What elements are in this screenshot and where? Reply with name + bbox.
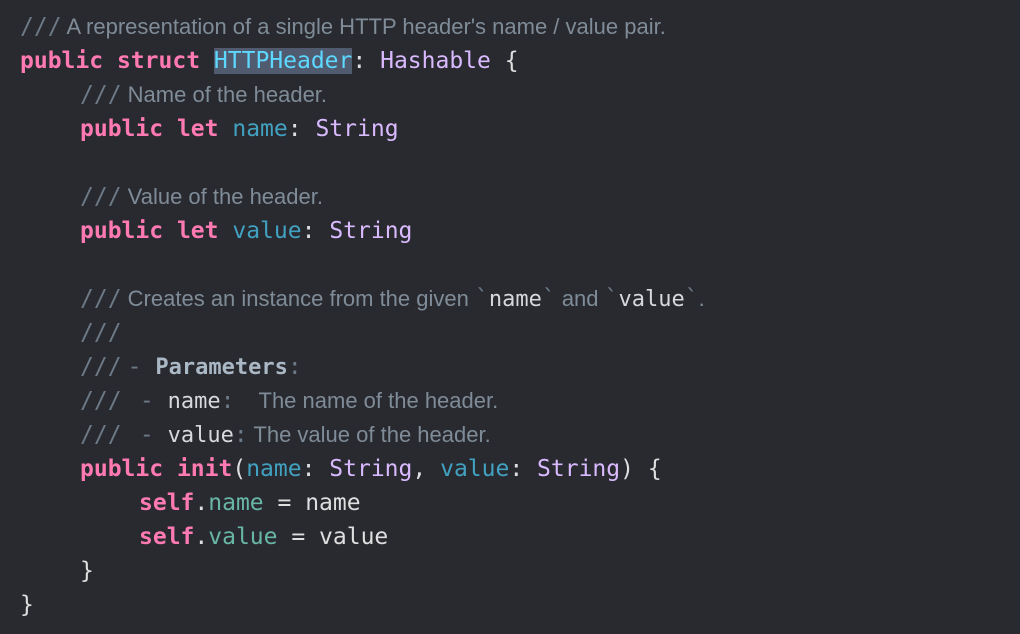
code-editor[interactable]: /// A representation of a single HTTP he… [0,0,1020,634]
name-doc-comment: Name of the header. [127,82,328,107]
code-line-11: /// - Parameters: [80,354,302,380]
open-brace: { [504,48,519,74]
code-line-12: /// - name: The name of the header. [80,388,499,414]
keyword-struct: struct [116,48,201,74]
type-string: String [329,218,413,244]
keyword-let: let [176,218,219,244]
type-string: String [315,116,399,142]
code-line-14: public init(name: String, value: String)… [80,456,662,482]
struct-doc-comment: A representation of a single HTTP header… [66,14,666,39]
init-doc-comment: Creates an instance from the given [127,286,469,311]
keyword-public: public [80,116,164,142]
type-string: String [329,456,413,482]
doc-slashes: /// [80,286,122,312]
assign-value: value [319,524,389,550]
code-line-17: } [0,554,1020,588]
code-line-2: public struct HTTPHeader: Hashable { [20,48,519,74]
doc-slashes: /// [80,422,122,448]
code-line-18: } [0,588,1020,622]
doc-slashes: /// [80,354,122,380]
doc-slashes: /// [80,388,122,414]
doc-code-name: name [488,287,542,312]
keyword-self: self [139,524,195,550]
doc-parameters-title: Parameters [155,355,288,380]
code-line-16: self.value = value [139,524,389,550]
doc-slashes: /// [80,320,122,346]
value-doc-comment: Value of the header. [127,184,323,209]
code-line-9: /// Creates an instance from the given `… [80,286,705,312]
code-line-3: /// Name of the header. [0,78,1020,112]
keyword-self: self [139,490,195,516]
doc-slashes: /// [80,82,122,108]
keyword-let: let [176,116,219,142]
keyword-public: public [20,48,104,74]
self-name-property: name [208,490,264,516]
doc-param-value-desc: The value of the header. [253,422,491,447]
code-line-10: /// [0,316,1020,350]
open-brace: { [647,456,662,482]
code-line-6: /// Value of the header. [0,180,1020,214]
self-value-property: value [208,524,278,550]
keyword-public: public [80,218,164,244]
init-param-name: name [246,456,302,482]
name-property: name [232,116,288,142]
doc-and: and [561,286,599,311]
code-line-1: /// A representation of a single HTTP he… [0,10,1020,44]
value-property: value [232,218,302,244]
protocol-name: Hashable [380,48,491,74]
doc-slashes: /// [80,184,122,210]
doc-param-name: name [167,389,221,414]
doc-code-value: value [618,287,685,312]
type-string: String [537,456,621,482]
keyword-public: public [80,456,164,482]
code-line-4: public let name: String [80,116,399,142]
doc-slashes: /// [20,14,62,40]
close-brace: } [20,592,34,618]
code-line-13: /// - value: The value of the header. [80,422,491,448]
doc-param-value: value [167,423,234,448]
struct-name-selected[interactable]: HTTPHeader [213,48,353,74]
keyword-init: init [176,456,233,482]
assign-name: name [305,490,361,516]
doc-param-name-desc: The name of the header. [258,388,499,413]
code-line-15: self.name = name [139,490,361,516]
init-param-value: value [440,456,510,482]
close-brace: } [80,558,94,584]
code-line-7: public let value: String [80,218,413,244]
